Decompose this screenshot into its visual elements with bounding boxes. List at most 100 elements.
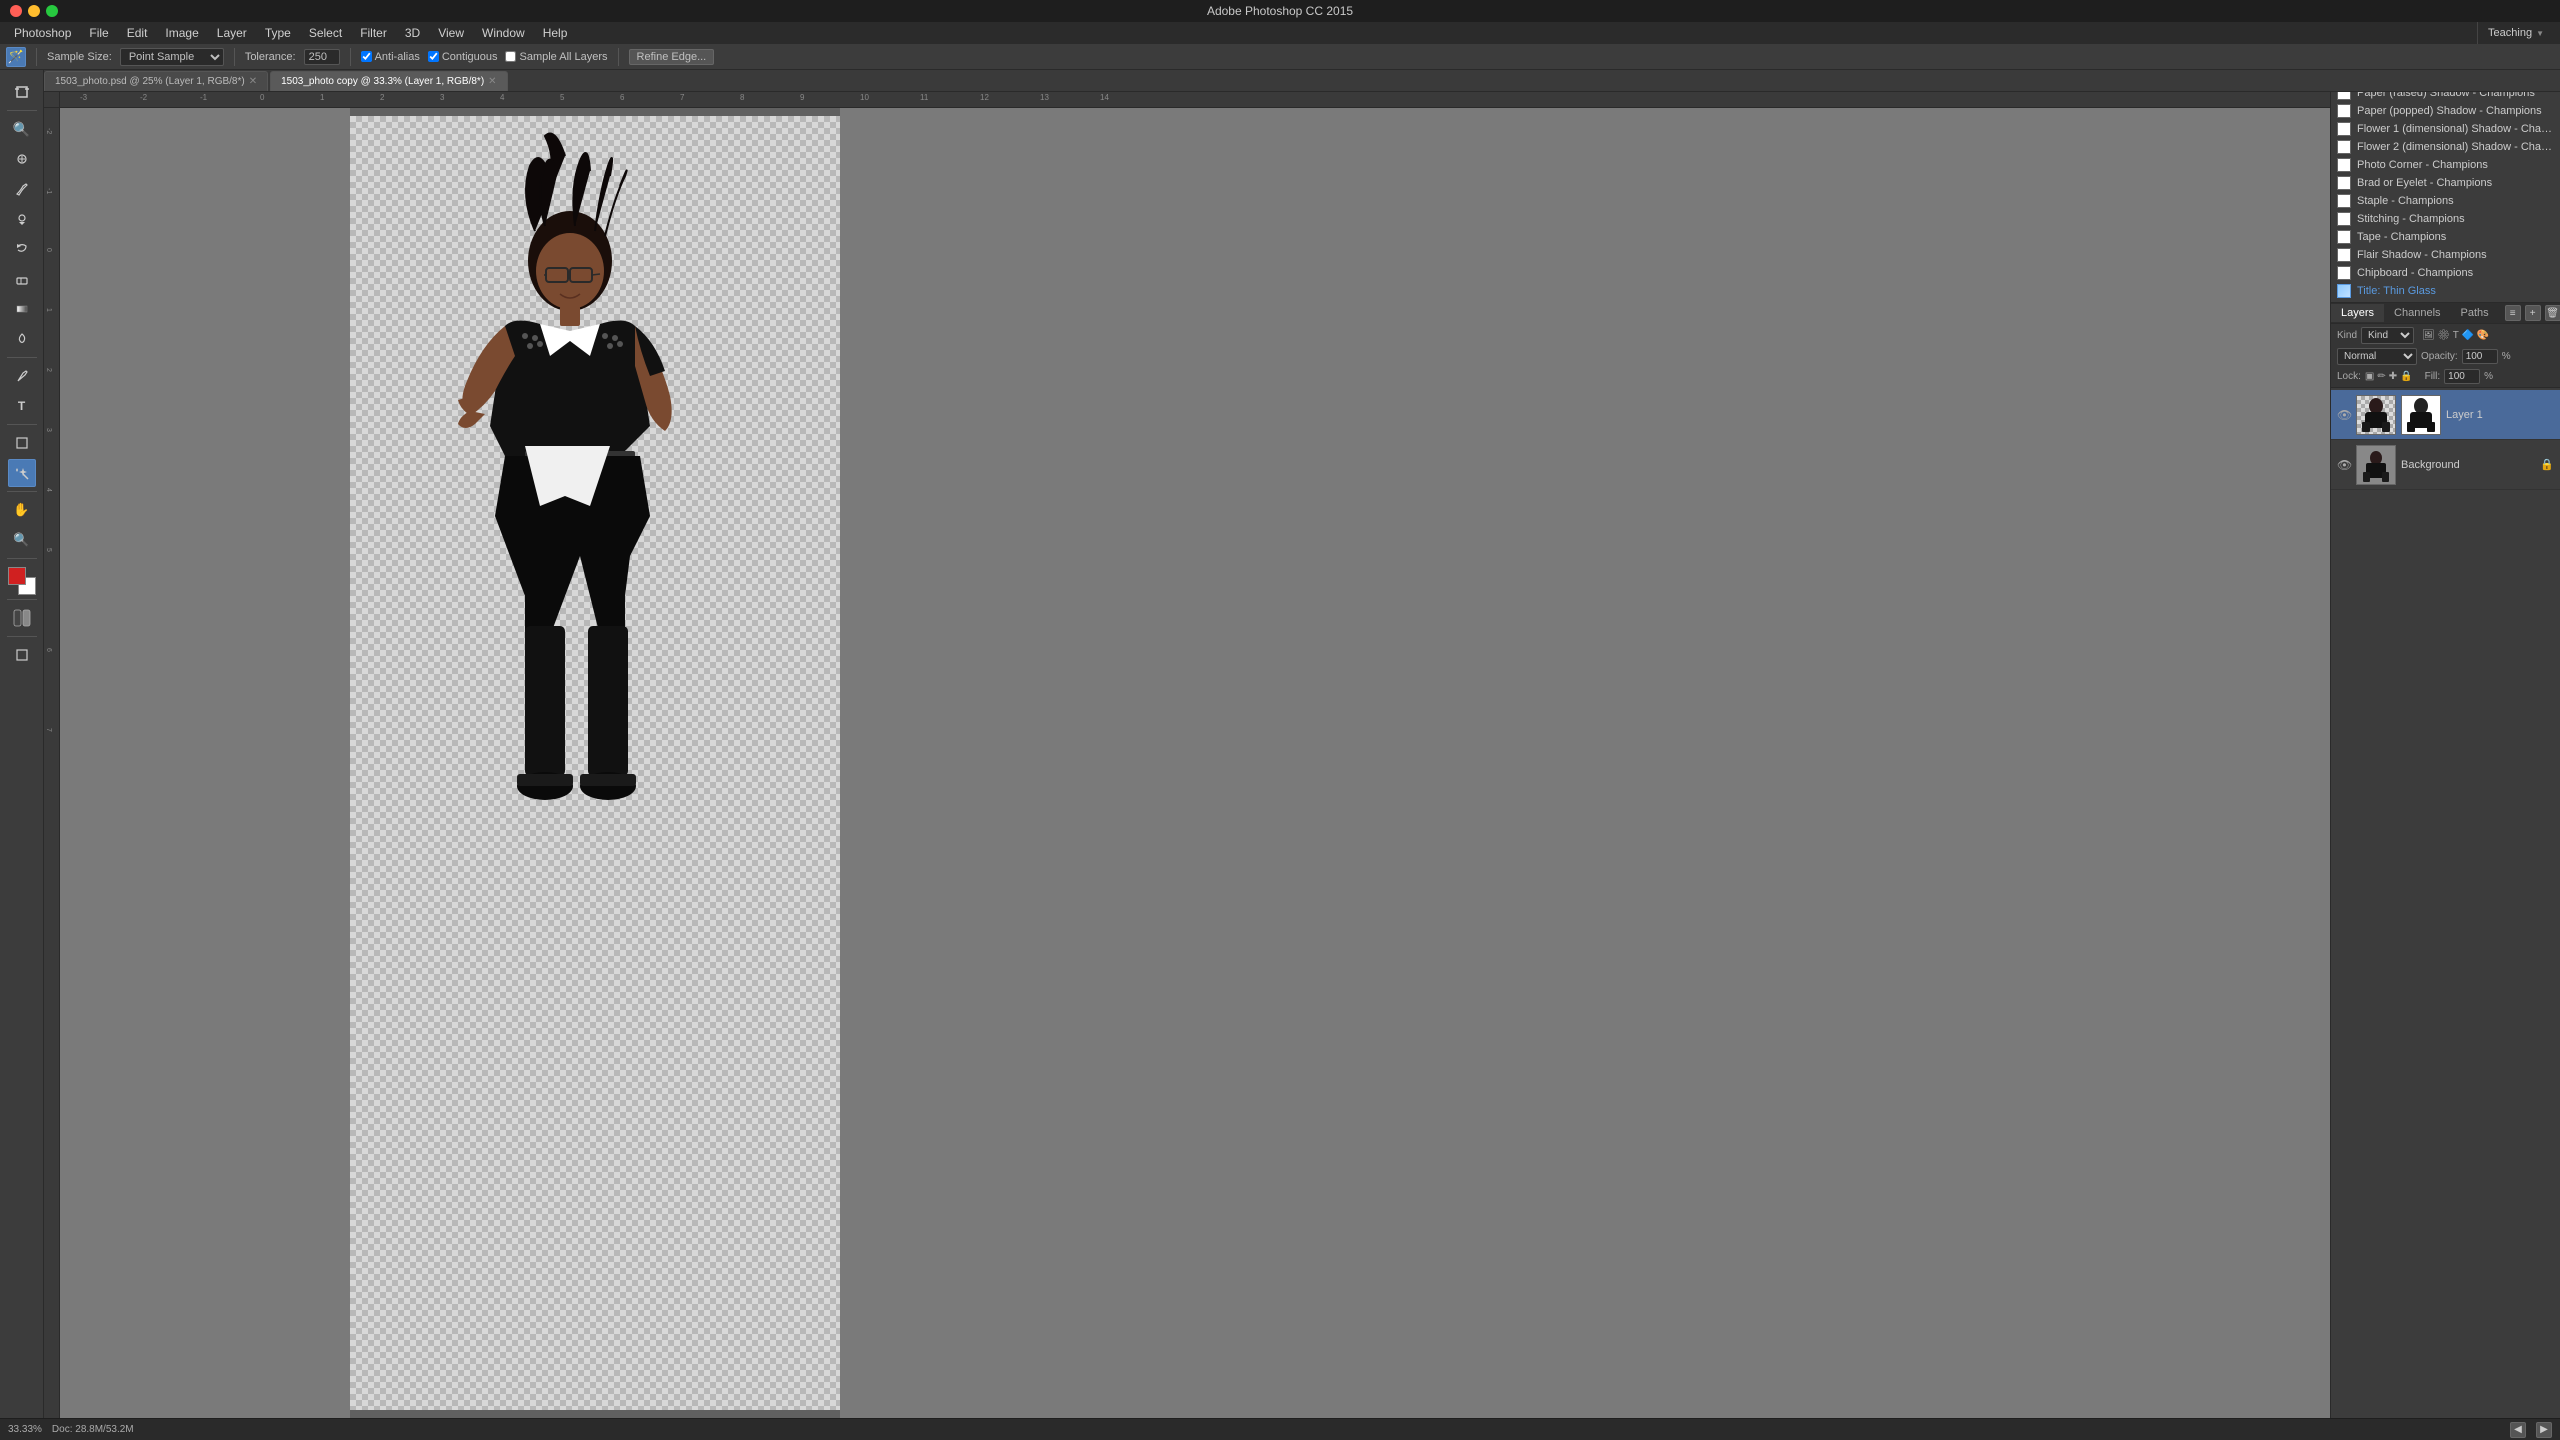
tool-separator-3 [7, 424, 37, 425]
style-item-8[interactable]: Stitching - Champions [2331, 210, 2560, 228]
layers-options-button[interactable]: ≡ [2505, 305, 2521, 321]
layers-list: 👁 [2331, 388, 2560, 1440]
eraser-tool-icon[interactable] [8, 265, 36, 293]
style-item-12[interactable]: Title: Thin Glass [2331, 282, 2560, 300]
hand-tool-icon[interactable]: ✋ [8, 496, 36, 524]
quick-mask-icon[interactable] [8, 604, 36, 632]
style-item-5[interactable]: Photo Corner - Champions [2331, 156, 2560, 174]
opacity-label: Opacity: [2421, 351, 2458, 362]
menu-view[interactable]: View [430, 24, 472, 42]
style-item-7[interactable]: Staple - Champions [2331, 192, 2560, 210]
fill-input[interactable]: 100 [2444, 369, 2480, 384]
document-tab-bar: 1503_photo.psd @ 25% (Layer 1, RGB/8*) ✕… [44, 70, 2560, 92]
layers-add-button[interactable]: + [2525, 305, 2541, 321]
clone-stamp-icon[interactable] [8, 205, 36, 233]
shape-tool-icon[interactable] [8, 429, 36, 457]
text-tool-icon[interactable]: T [8, 392, 36, 420]
blend-mode-select[interactable]: Normal Multiply Screen [2337, 348, 2417, 365]
menu-file[interactable]: File [81, 24, 116, 42]
tab-channels[interactable]: Channels [2384, 304, 2450, 322]
sample-size-select[interactable]: Point Sample 3 by 3 Average 5 by 5 Avera… [120, 48, 224, 66]
lock-all-icon[interactable]: 🔒 [2400, 371, 2412, 382]
layers-blend-row: Normal Multiply Screen Opacity: 100 % [2337, 348, 2554, 365]
style-name-3: Flower 1 (dimensional) Shadow - Champion… [2357, 123, 2554, 135]
menu-help[interactable]: Help [535, 24, 576, 42]
zoom-tool-icon[interactable]: 🔍 [8, 526, 36, 554]
statusbar-arrow-left[interactable]: ◀ [2510, 1422, 2526, 1438]
layer-thumbnail-0 [2356, 395, 2396, 435]
minimize-button[interactable] [28, 5, 40, 17]
screen-mode-icon[interactable] [8, 641, 36, 669]
maximize-button[interactable] [46, 5, 58, 17]
magic-wand-tool-icon[interactable]: 🪄 [6, 47, 26, 67]
workspace-arrow-icon: ▼ [2536, 29, 2544, 38]
tab-label-1: 1503_photo.psd @ 25% (Layer 1, RGB/8*) [55, 76, 245, 87]
style-swatch-9 [2337, 230, 2351, 244]
eyedropper-tool-icon[interactable]: 🔍 [8, 115, 36, 143]
menu-3d[interactable]: 3D [397, 24, 428, 42]
style-item-3[interactable]: Flower 1 (dimensional) Shadow - Champion… [2331, 120, 2560, 138]
workspace-selector[interactable]: Teaching ▼ [2477, 22, 2554, 44]
menu-edit[interactable]: Edit [119, 24, 156, 42]
canvas-document[interactable] [350, 116, 840, 1410]
style-swatch-6 [2337, 176, 2351, 190]
layer-kind-select[interactable]: Kind Name Effect [2361, 327, 2414, 344]
lock-label: Lock: [2337, 371, 2361, 382]
close-button[interactable] [10, 5, 22, 17]
anti-alias-checkbox[interactable] [361, 51, 372, 62]
tab-layers[interactable]: Layers [2331, 304, 2384, 322]
document-canvas[interactable] [60, 108, 2330, 1418]
traffic-lights[interactable] [10, 5, 58, 17]
menu-photoshop[interactable]: Photoshop [6, 24, 79, 42]
style-item-2[interactable]: Paper (popped) Shadow - Champions [2331, 102, 2560, 120]
style-item-11[interactable]: Chipboard - Champions [2331, 264, 2560, 282]
workspace-name: Teaching [2488, 27, 2532, 39]
style-item-9[interactable]: Tape - Champions [2331, 228, 2560, 246]
tab-photo2[interactable]: 1503_photo copy @ 33.3% (Layer 1, RGB/8*… [270, 71, 507, 91]
blur-tool-icon[interactable] [8, 325, 36, 353]
menu-filter[interactable]: Filter [352, 24, 395, 42]
layer-item-0[interactable]: 👁 [2331, 390, 2560, 440]
tab-paths[interactable]: Paths [2451, 304, 2499, 322]
healing-tool-icon[interactable] [8, 145, 36, 173]
lock-move-icon[interactable]: ✚ [2389, 371, 2397, 382]
tolerance-input[interactable]: 250 [304, 49, 340, 65]
tab-photo1[interactable]: 1503_photo.psd @ 25% (Layer 1, RGB/8*) ✕ [44, 71, 268, 91]
layer-item-1[interactable]: 👁 Background 🔒 [2331, 440, 2560, 490]
layer-visibility-0[interactable]: 👁 [2337, 408, 2351, 422]
wand-tool-icon[interactable] [8, 459, 36, 487]
brush-tool-icon[interactable] [8, 175, 36, 203]
gradient-tool-icon[interactable] [8, 295, 36, 323]
contiguous-checkbox[interactable] [428, 51, 439, 62]
menu-image[interactable]: Image [157, 24, 206, 42]
menu-window[interactable]: Window [474, 24, 533, 42]
statusbar-arrow-right[interactable]: ▶ [2536, 1422, 2552, 1438]
layers-delete-button[interactable]: 🗑 [2545, 305, 2560, 321]
crop-tool-icon[interactable] [8, 78, 36, 106]
style-swatch-12 [2337, 284, 2351, 298]
layers-controls: Kind Kind Name Effect 🖼 ⚙ T 🔷 🎨 Normal M… [2331, 324, 2560, 388]
style-item-10[interactable]: Flair Shadow - Champions [2331, 246, 2560, 264]
fill-percent: % [2484, 371, 2493, 382]
layer-visibility-1[interactable]: 👁 [2337, 458, 2351, 472]
opacity-input[interactable]: 100 [2462, 349, 2498, 364]
style-item-6[interactable]: Brad or Eyelet - Champions [2331, 174, 2560, 192]
styles-list: Paper (flat) Shadow - Champions Paper (r… [2331, 64, 2560, 302]
style-name-9: Tape - Champions [2357, 231, 2446, 243]
anti-alias-group: Anti-alias [361, 51, 420, 63]
color-swatches[interactable] [8, 567, 36, 595]
canvas-area[interactable]: -3 -2 -1 0 1 2 3 4 5 6 7 8 9 10 11 12 13… [44, 92, 2330, 1418]
sample-all-checkbox[interactable] [505, 51, 516, 62]
lock-paint-icon[interactable]: ✏ [2377, 371, 2385, 382]
lock-transparency-icon[interactable]: ▣ [2365, 371, 2374, 382]
pen-tool-icon[interactable] [8, 362, 36, 390]
tab-close-1[interactable]: ✕ [249, 76, 257, 87]
foreground-color-swatch[interactable] [8, 567, 26, 585]
menu-type[interactable]: Type [257, 24, 299, 42]
style-item-4[interactable]: Flower 2 (dimensional) Shadow - Champion… [2331, 138, 2560, 156]
tab-close-2[interactable]: ✕ [488, 76, 496, 87]
menu-select[interactable]: Select [301, 24, 350, 42]
history-brush-icon[interactable] [8, 235, 36, 263]
refine-edge-button[interactable]: Refine Edge... [629, 49, 715, 65]
menu-layer[interactable]: Layer [209, 24, 255, 42]
